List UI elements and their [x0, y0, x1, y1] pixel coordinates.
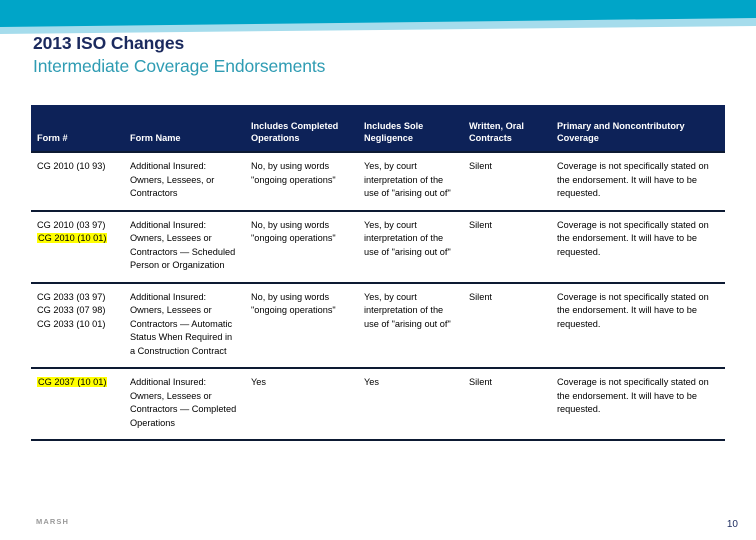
table-row: CG 2010 (03 97) CG 2010 (10 01) Additional… — [31, 209, 725, 283]
cell-primary-noncontributory: Coverage is not specifically stated on t… — [551, 281, 725, 369]
column-header-completed-ops: Includes Completed Operations — [245, 105, 358, 152]
title-block: 2013 ISO Changes Intermediate Coverage E… — [33, 32, 633, 78]
cell-form-number: CG 2037 (10 01) — [31, 367, 124, 442]
column-header-form-name: Form Name — [124, 105, 245, 152]
column-header-primary-noncontributory: Primary and Noncontributory Coverage — [551, 105, 725, 152]
table-row: CG 2037 (10 01) Additional Insured: Owner… — [31, 367, 725, 442]
form-number: CG 2033 (03 97) — [37, 291, 106, 302]
form-number: CG 2033 (07 98) — [37, 305, 106, 316]
marsh-logo: MARSH — [36, 517, 69, 526]
table-header-row: Form # Form Name Includes Completed Oper… — [31, 105, 725, 152]
page-title: 2013 ISO Changes — [33, 33, 185, 53]
cell-completed-operations: No, by using words "ongoing operations" — [245, 281, 358, 369]
cell-sole-negligence: Yes — [358, 367, 463, 442]
page-number: 10 — [726, 519, 738, 530]
table-row: CG 2033 (03 97) CG 2033 (07 98) CG 2033 (1… — [31, 281, 725, 369]
cell-form-name: Additional Insured: Owners, Lessees, or … — [124, 151, 245, 211]
table-body: CG 2010 (10 93) Additional Insured: Owner… — [31, 151, 725, 442]
cell-primary-noncontributory: Coverage is not specifically stated on t… — [551, 151, 725, 211]
cell-sole-negligence: Yes, by court interpretation of the use … — [358, 281, 463, 369]
form-number-highlighted: CG 2037 (10 01) — [37, 377, 108, 388]
form-number: CG 2010 (10 93) — [37, 161, 106, 171]
cell-completed-operations: No, by using words "ongoing operations" — [245, 151, 358, 211]
cell-primary-noncontributory: Coverage is not specifically stated on t… — [551, 209, 725, 283]
cell-sole-negligence: Yes, by court interpretation of the use … — [358, 209, 463, 283]
cell-sole-negligence: Yes, by court interpretation of the use … — [358, 151, 463, 211]
form-number: CG 2010 (03 97) — [37, 219, 106, 230]
cell-form-number: CG 2033 (03 97) CG 2033 (07 98) CG 2033 (1… — [31, 281, 124, 369]
form-number-highlighted: CG 2010 (10 01) — [37, 233, 108, 244]
cell-written-oral-contracts: Silent — [463, 367, 551, 442]
form-number: CG 2033 (10 01) — [37, 318, 106, 329]
column-header-written-oral: Written, Oral Contracts — [463, 105, 551, 152]
cell-written-oral-contracts: Silent — [463, 281, 551, 369]
column-header-form-number: Form # — [31, 105, 124, 152]
table-row: CG 2010 (10 93) Additional Insured: Owner… — [31, 151, 725, 211]
cell-form-number: CG 2010 (03 97) CG 2010 (10 01) — [31, 209, 124, 283]
header-banner — [0, 0, 756, 34]
cell-completed-operations: No, by using words "ongoing operations" — [245, 209, 358, 283]
cell-form-name: Additional Insured: Owners, Lessees or C… — [124, 209, 245, 283]
cell-written-oral-contracts: Silent — [463, 151, 551, 211]
cell-form-name: Additional Insured: Owners, Lessees or C… — [124, 367, 245, 442]
cell-written-oral-contracts: Silent — [463, 209, 551, 283]
page-subtitle: Intermediate Coverage Endorsements — [33, 56, 326, 77]
cell-primary-noncontributory: Coverage is not specifically stated on t… — [551, 367, 725, 442]
column-header-sole-negligence: Includes Sole Negligence — [358, 105, 463, 152]
endorsements-table: Form # Form Name Includes Completed Oper… — [31, 105, 725, 442]
cell-completed-operations: Yes — [245, 367, 358, 442]
cell-form-name: Additional Insured: Owners, Lessees or C… — [124, 281, 245, 369]
cell-form-number: CG 2010 (10 93) — [31, 151, 124, 211]
